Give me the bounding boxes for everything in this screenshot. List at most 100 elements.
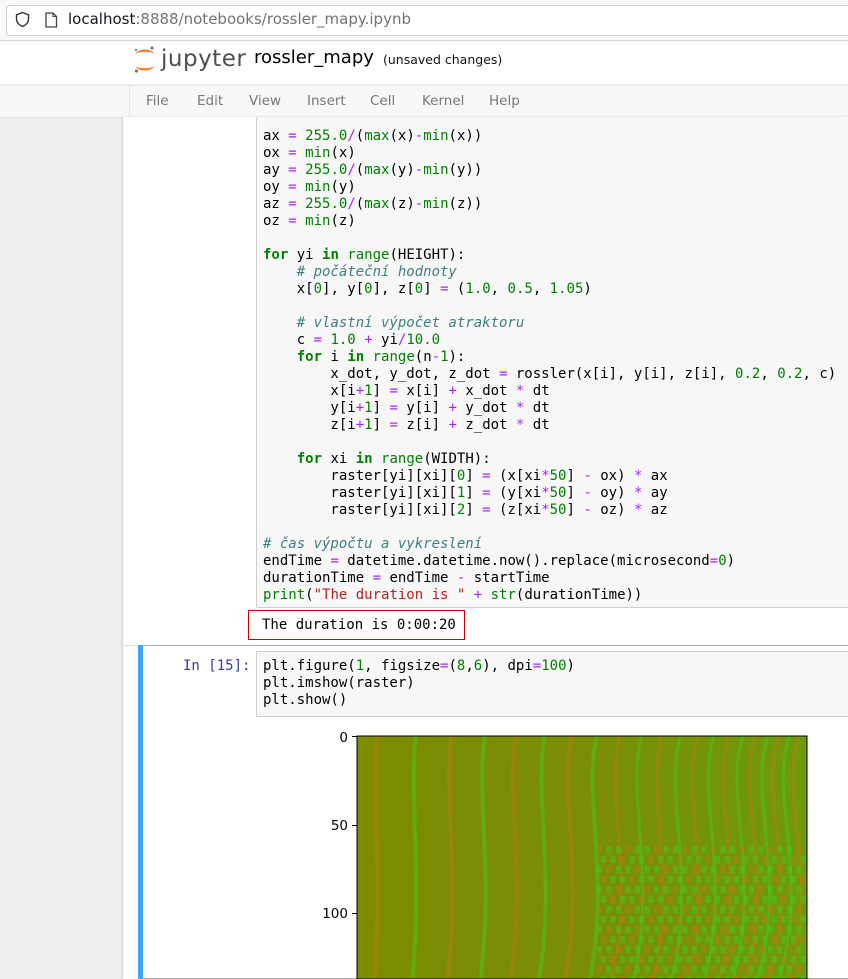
menu-file[interactable]: File xyxy=(146,93,169,109)
menu-cell[interactable]: Cell xyxy=(370,93,395,109)
plot-chaos-cell xyxy=(720,886,726,893)
plot-chaos-cell xyxy=(682,886,688,893)
menu-help[interactable]: Help xyxy=(489,93,520,109)
plot-chaos-cell xyxy=(616,846,621,853)
plot-chaos-cell xyxy=(720,906,726,913)
plot-chaos-cell xyxy=(743,936,749,943)
plot-chaos-cell xyxy=(800,936,806,943)
code-cell-input[interactable]: ax = 255.0/(max(x)-min(x)) ox = min(x) a… xyxy=(256,117,848,608)
code-line: for xi in range(WIDTH): xyxy=(296,451,491,467)
plot-chaos-cell xyxy=(686,876,692,883)
plot-chaos-cell xyxy=(734,956,739,963)
plot-chaos-cell xyxy=(791,856,796,863)
plot-chaos-cell xyxy=(705,896,711,903)
menu-edit[interactable]: Edit xyxy=(197,93,223,109)
plot-chaos-cell xyxy=(743,896,749,903)
plot-chaos-cell xyxy=(777,886,783,893)
code-editor[interactable]: plt.figure(1, figsize=(8,6), dpi=100) pl… xyxy=(263,658,575,709)
plot-chaos-cell xyxy=(658,936,663,943)
plot-chaos-cell xyxy=(629,936,635,943)
plot-chaos-cell xyxy=(701,866,707,873)
plot-chaos-cell xyxy=(705,876,711,883)
plot-chaos-cell xyxy=(724,896,730,903)
plot-chaos-cell xyxy=(743,916,749,923)
menu-view[interactable]: View xyxy=(249,93,281,109)
code-editor[interactable]: ax = 255.0/(max(x)-min(x)) ox = min(x) a… xyxy=(263,128,836,604)
menu-insert[interactable]: Insert xyxy=(307,93,346,109)
plot-chaos-cell xyxy=(758,846,764,853)
plot-chaos-cell xyxy=(686,856,692,863)
code-line: for yi in range(HEIGHT): xyxy=(263,247,466,263)
plot-chaos-cell xyxy=(696,896,701,903)
plot-chaos-cell xyxy=(616,866,621,873)
plot-chaos-cell xyxy=(701,966,707,973)
plot-chaos-cell xyxy=(610,936,616,943)
menu-kernel[interactable]: Kernel xyxy=(422,93,464,109)
plot-chaos-cell xyxy=(791,936,796,943)
plot-chaos-cell xyxy=(739,846,745,853)
code-cell-input[interactable]: plt.figure(1, figsize=(8,6), dpi=100) pl… xyxy=(256,651,848,717)
plot-chaos-cell xyxy=(667,956,673,963)
plot-chaos-cell xyxy=(635,886,640,893)
plot-chaos-cell xyxy=(629,916,635,923)
plot-chaos-cell xyxy=(616,926,621,933)
plot-chaos-cell xyxy=(639,876,644,883)
code-line: # čas výpočtu a vykreslení xyxy=(263,536,483,552)
notebook-name[interactable]: rossler_mapy xyxy=(254,47,374,68)
plot-chaos-cell xyxy=(682,866,688,873)
plot-chaos-cell xyxy=(787,926,792,933)
plot-chaos-cell xyxy=(787,906,792,913)
plot-chaos-cell xyxy=(701,906,707,913)
plot-chaos-cell xyxy=(625,906,631,913)
plot-chaos-cell xyxy=(787,846,792,853)
plot-chaos-cell xyxy=(753,916,758,923)
plot-chaos-cell xyxy=(753,956,758,963)
plot-chaos-cell xyxy=(667,916,673,923)
y-tick-label-100: 100 xyxy=(322,906,348,922)
plot-chaos-cell xyxy=(715,936,720,943)
plot-chaos-cell xyxy=(648,896,654,903)
plot-chaos-cell xyxy=(705,916,711,923)
plot-chaos-cell xyxy=(597,926,602,933)
plot-chaos-cell xyxy=(762,936,768,943)
plot-chaos-cell xyxy=(635,906,640,913)
plot-chaos-cell xyxy=(715,956,720,963)
plot-chaos-cell xyxy=(715,876,720,883)
code-line: raster[yi][xi][2] = (z[xi*50] - oz) * az xyxy=(263,502,668,518)
plot-chaos-cell xyxy=(772,876,777,883)
plot-chaos-cell xyxy=(692,886,697,893)
plot-chaos-cell xyxy=(705,956,711,963)
plot-chaos-cell xyxy=(762,856,768,863)
plot-chaos-cell xyxy=(682,966,688,973)
plot-chaos-cell xyxy=(749,946,754,953)
code-line: endTime = datetime.datetime.now().replac… xyxy=(263,553,736,569)
plot-chaos-cell xyxy=(758,966,764,973)
plot-chaos-cell xyxy=(739,906,745,913)
plot-chaos-cell xyxy=(644,886,650,893)
plot-chaos-cell xyxy=(724,956,730,963)
shield-icon[interactable] xyxy=(14,11,31,28)
code-line: durationTime = endTime - startTime xyxy=(263,570,550,586)
plot-chaos-cell xyxy=(753,876,758,883)
plot-chaos-cell xyxy=(663,906,669,913)
plot-chaos-cell xyxy=(730,846,735,853)
page-icon xyxy=(45,12,58,28)
plot-chaos-cell xyxy=(768,966,773,973)
plot-chaos-cell xyxy=(686,936,692,943)
plot-chaos-cell xyxy=(610,896,616,903)
plot-chaos-cell xyxy=(644,946,650,953)
plot-chaos-cell xyxy=(673,886,678,893)
url-text[interactable]: localhost:8888/notebooks/rossler_mapy.ip… xyxy=(68,10,411,28)
jupyter-logo-icon[interactable] xyxy=(132,45,158,75)
plot-chaos-cell xyxy=(654,966,659,973)
plot-chaos-cell xyxy=(696,876,701,883)
jupyter-wordmark[interactable]: jupyter xyxy=(161,46,246,72)
plot-chaos-cell xyxy=(658,896,663,903)
plot-chaos-cell xyxy=(720,926,726,933)
menubar-inner: File Edit View Insert Cell Kernel Help xyxy=(129,86,848,117)
code-line: x_dot, y_dot, z_dot = rossler(x[i], y[i]… xyxy=(263,366,837,382)
code-line: ay = 255.0/(max(y)-min(y)) xyxy=(263,162,483,178)
plot-chaos-cell xyxy=(734,856,739,863)
plot-chaos-cell xyxy=(739,946,745,953)
y-tick-label-0: 0 xyxy=(339,730,348,746)
